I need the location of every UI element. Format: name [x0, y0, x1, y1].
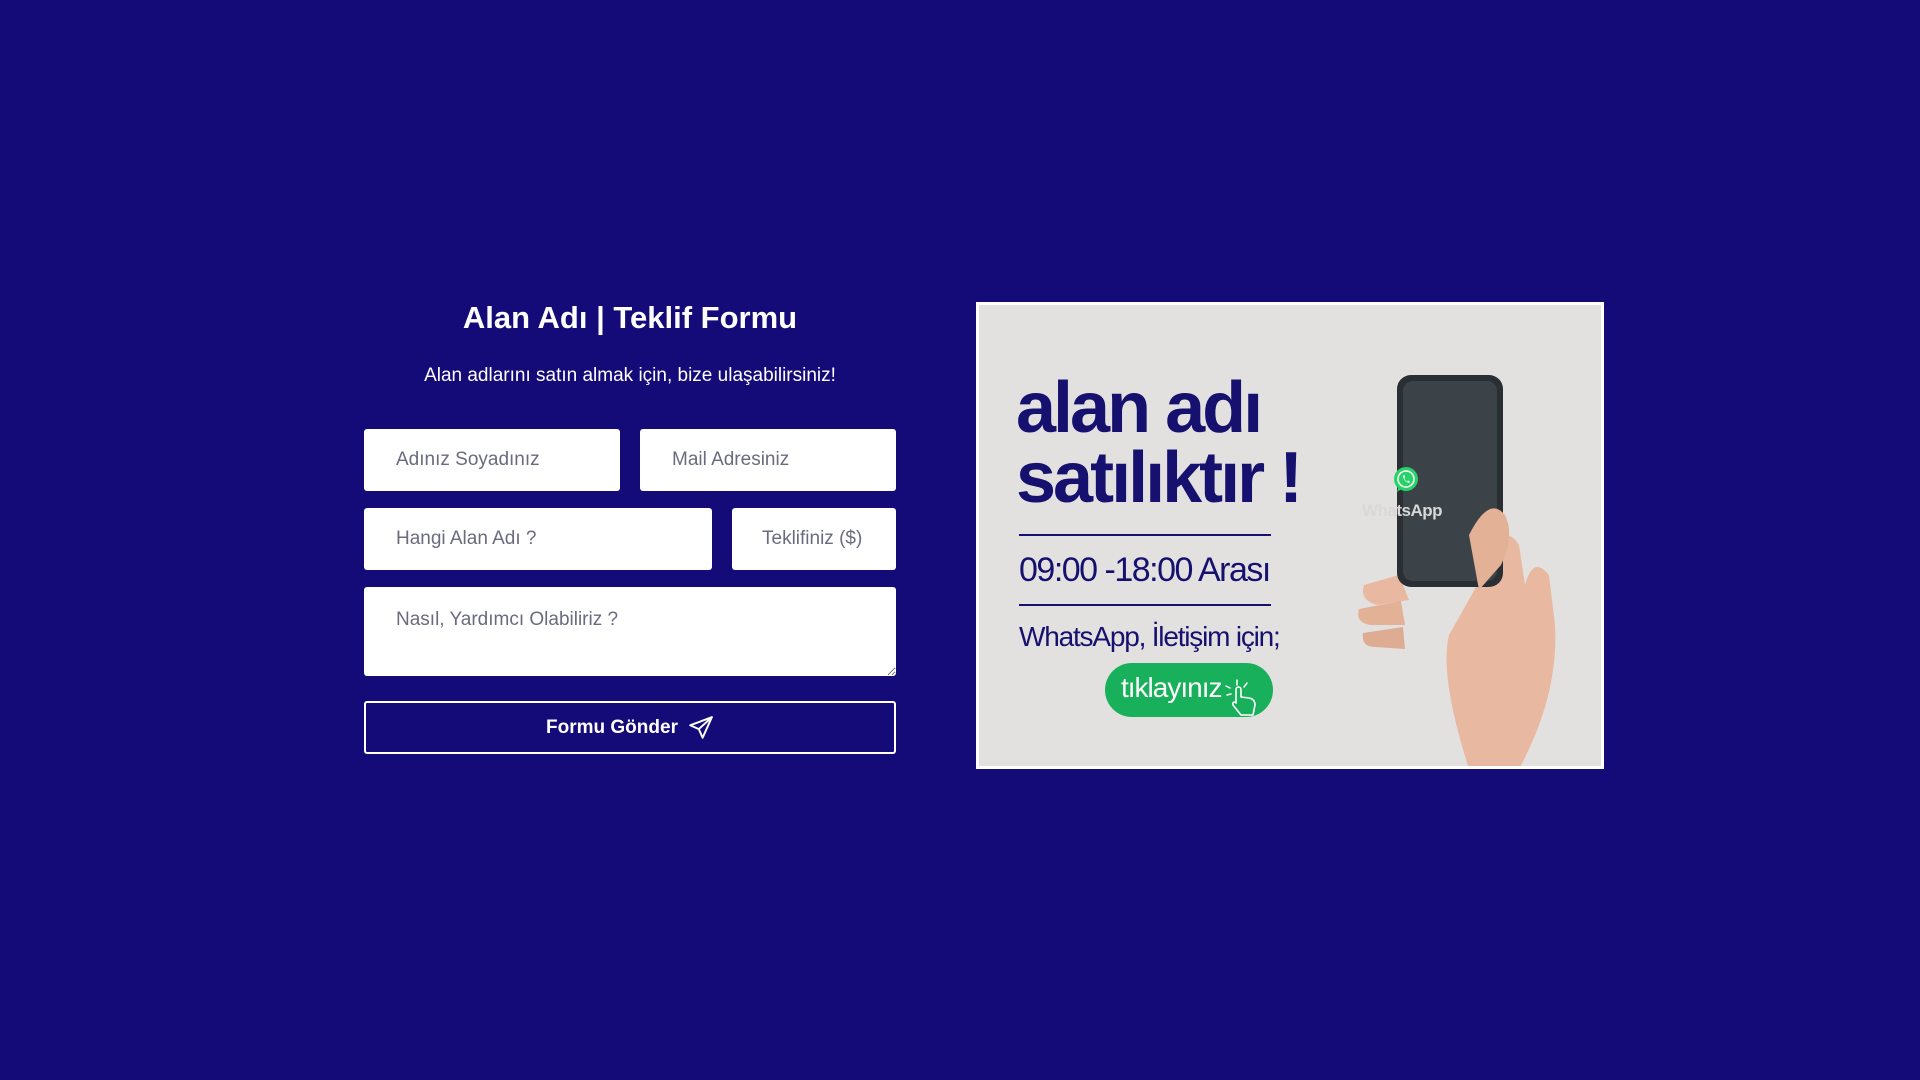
- banner-divider-top: [1019, 534, 1271, 536]
- form-row-contact: [364, 429, 896, 491]
- whatsapp-banner[interactable]: alan adı satılıktır ! 09:00 -18:00 Arası…: [976, 302, 1604, 769]
- phone-app-label: WhatsApp: [1362, 501, 1443, 520]
- banner-title-line1: alan adı: [1016, 368, 1263, 448]
- form-row-domain: [364, 508, 896, 570]
- offer-input[interactable]: [732, 508, 896, 570]
- form-subtitle: Alan adlarını satın almak için, bize ula…: [424, 365, 836, 386]
- email-input[interactable]: [640, 429, 896, 491]
- banner-title: alan adı satılıktır !: [1016, 372, 1303, 514]
- form-title: Alan Adı | Teklif Formu: [462, 300, 798, 335]
- banner-divider-bottom: [1019, 604, 1271, 606]
- message-textarea[interactable]: [364, 587, 896, 676]
- banner-cta-button[interactable]: tıklayınız: [1105, 663, 1273, 717]
- page: Alan Adı | Teklif Formu Alan adlarını sa…: [0, 0, 1920, 1080]
- offer-form: Alan Adı | Teklif Formu Alan adlarını sa…: [364, 298, 896, 754]
- pointer-hand-icon: [1225, 679, 1256, 716]
- domain-input[interactable]: [364, 508, 712, 570]
- paper-plane-icon: [689, 715, 713, 739]
- banner-title-line2: satılıktır !: [1016, 438, 1303, 518]
- form-fields: Formu Gönder: [364, 429, 896, 754]
- banner-cta-label: tıklayınız: [1121, 672, 1222, 703]
- submit-button-label: Formu Gönder: [546, 716, 678, 738]
- banner-contact-text: WhatsApp, İletişim için;: [1019, 621, 1281, 652]
- banner-hours: 09:00 -18:00 Arası: [1019, 551, 1271, 589]
- name-input[interactable]: [364, 429, 620, 491]
- phone-hand-illustration: [1358, 375, 1556, 766]
- submit-button[interactable]: Formu Gönder: [364, 701, 896, 754]
- whatsapp-icon: [1394, 467, 1418, 492]
